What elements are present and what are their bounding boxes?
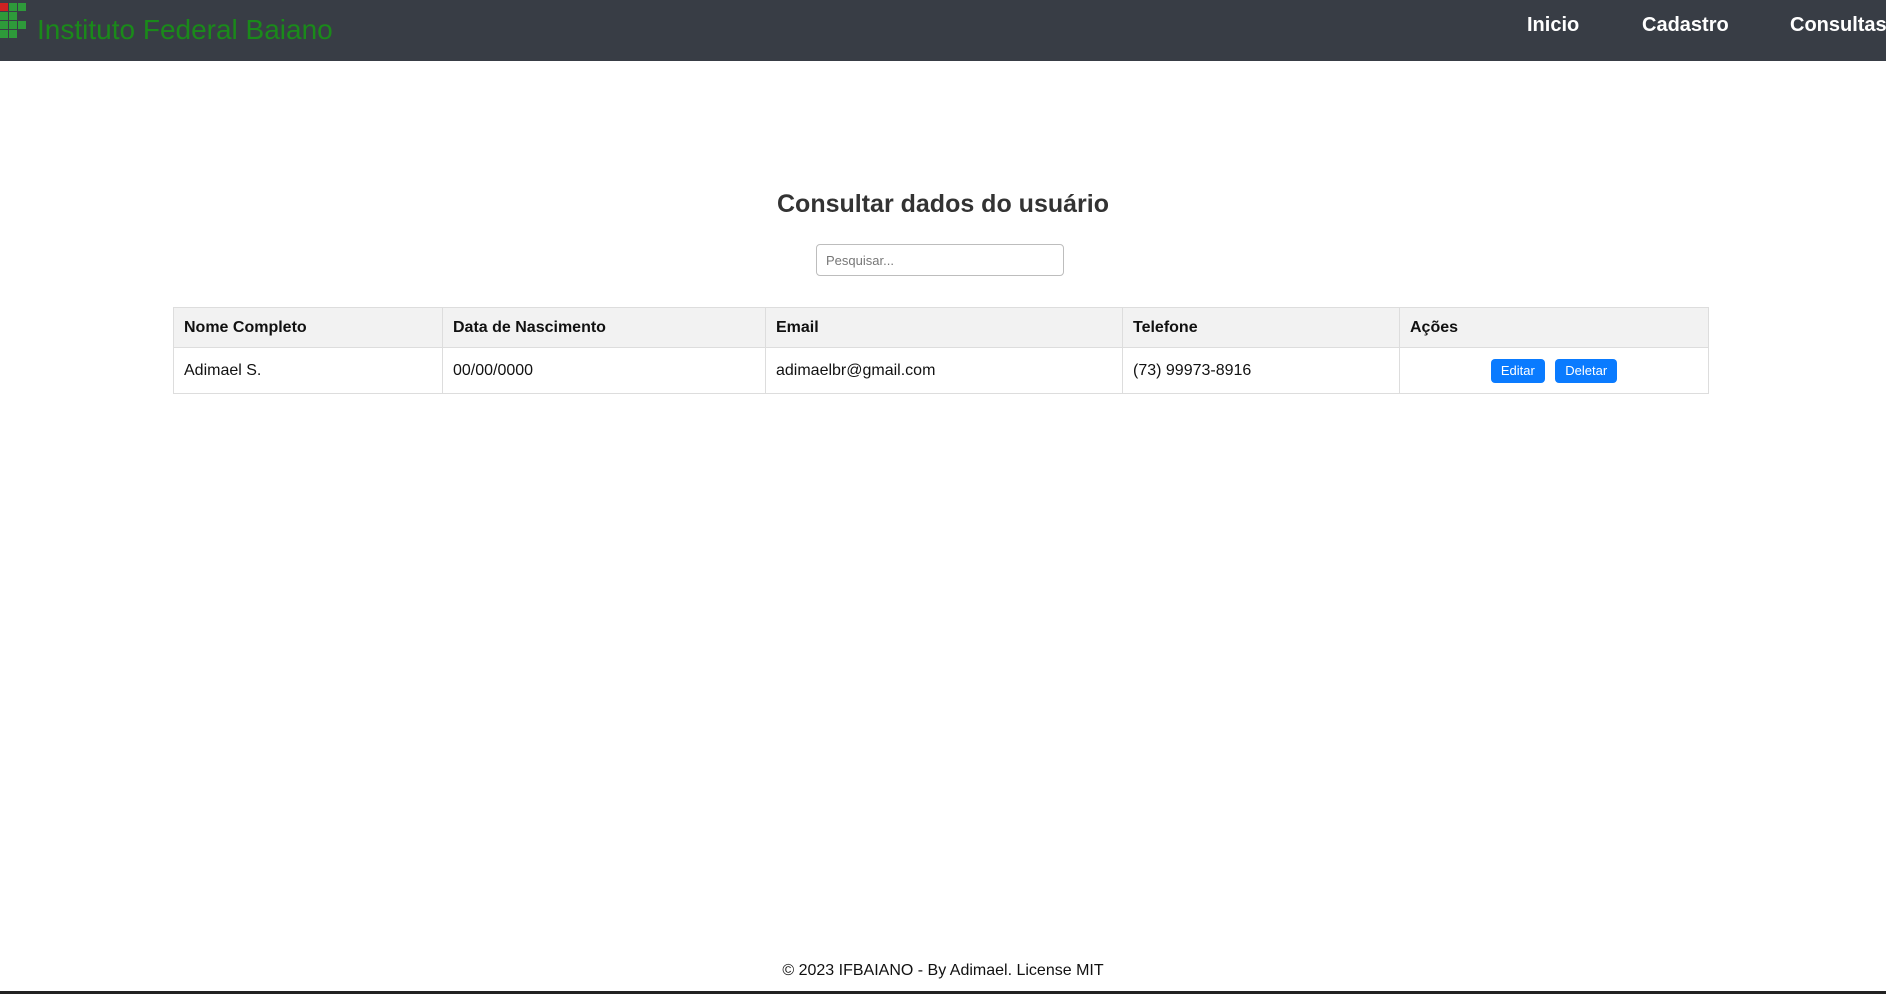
nav-link-cadastro[interactable]: Cadastro [1642,14,1729,37]
footer-copyright: © 2023 IFBAIANO - By Adimael. License MI… [782,962,1104,979]
column-header-acoes: Ações [1399,307,1709,348]
cell-nome: Adimael S. [173,347,443,394]
table-row: Adimael S. 00/00/0000 adimaelbr@gmail.co… [173,347,1709,394]
brand-name[interactable]: Instituto Federal Baiano [37,14,333,46]
cell-email: adimaelbr@gmail.com [765,347,1123,394]
column-header-email: Email [765,307,1123,348]
table-header-row: Nome Completo Data de Nascimento Email T… [173,307,1709,348]
cell-telefone: (73) 99973-8916 [1122,347,1400,394]
page-title: Consultar dados do usuário [777,190,1109,218]
nav-link-consultas[interactable]: Consultas [1790,14,1886,37]
users-table: Nome Completo Data de Nascimento Email T… [173,307,1709,394]
column-header-nascimento: Data de Nascimento [442,307,766,348]
nav-link-inicio[interactable]: Inicio [1527,14,1579,37]
column-header-nome: Nome Completo [173,307,443,348]
cell-nascimento: 00/00/0000 [442,347,766,394]
search-input[interactable] [816,244,1064,276]
cell-acoes: Editar Deletar [1399,347,1709,394]
top-navbar: Instituto Federal Baiano Inicio Cadastro… [0,0,1886,61]
column-header-telefone: Telefone [1122,307,1400,348]
delete-button[interactable]: Deletar [1555,358,1618,383]
edit-button[interactable]: Editar [1490,358,1545,383]
ifbaiano-logo-icon[interactable] [0,3,30,41]
